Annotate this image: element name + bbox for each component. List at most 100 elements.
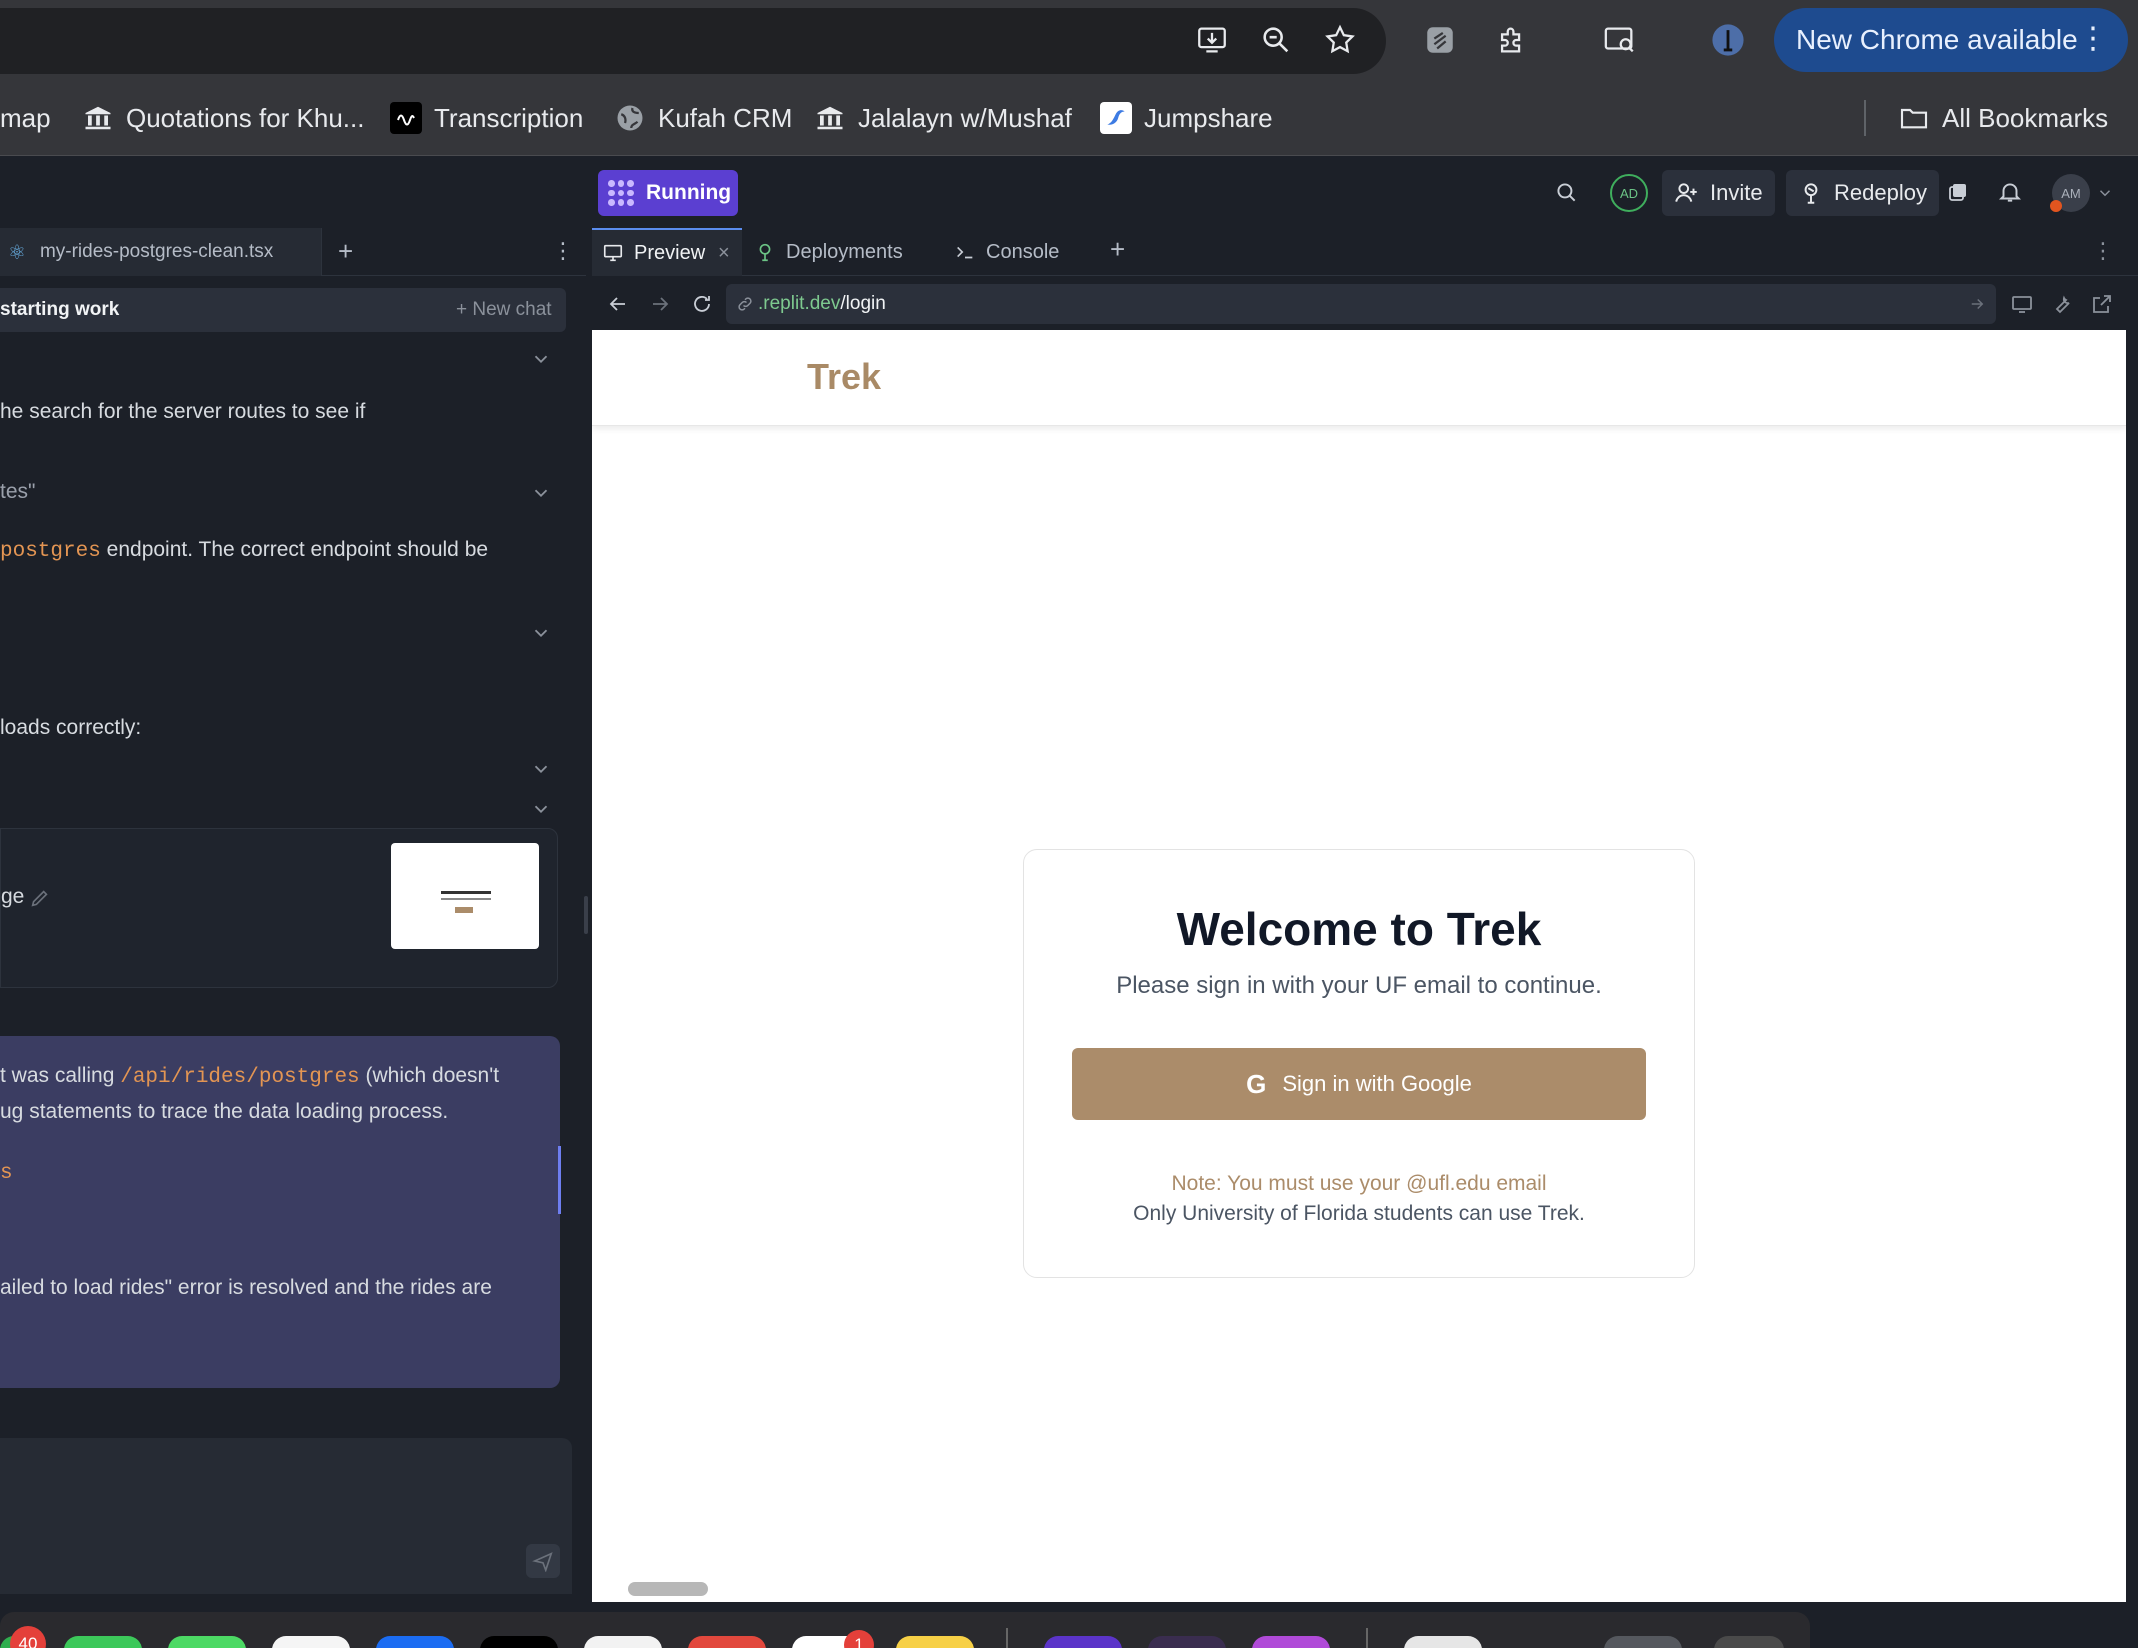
address-bar[interactable] (0, 8, 1386, 74)
chevron-down-icon[interactable] (530, 482, 552, 504)
dock-app[interactable] (480, 1636, 558, 1648)
horizontal-scrollbar[interactable] (628, 1582, 708, 1596)
bookmark-item[interactable]: Kufah CRM (614, 96, 792, 140)
search-icon[interactable] (1544, 170, 1588, 214)
chevron-down-icon[interactable] (530, 798, 552, 820)
back-arrow-icon[interactable] (606, 292, 630, 316)
puzzle-icon[interactable] (1490, 18, 1534, 62)
tab-search-icon[interactable] (1598, 18, 1642, 62)
tab-console[interactable]: Console (944, 228, 1094, 276)
add-user-icon (1675, 183, 1697, 202)
inline-code: postgres (0, 540, 101, 563)
preview-url-bar: .replit.dev/login (592, 280, 2138, 328)
google-sign-in-button[interactable]: G Sign in with Google (1072, 1048, 1646, 1120)
dock-app[interactable] (1252, 1636, 1330, 1648)
url-input[interactable]: .replit.dev/login (726, 284, 1996, 324)
chat-line: postgres endpoint. The correct endpoint … (0, 538, 488, 563)
profile-avatar[interactable] (1706, 18, 1750, 62)
more-options-icon[interactable]: ⋮ (552, 238, 574, 264)
device-icon[interactable] (2010, 292, 2034, 316)
forward-arrow-icon[interactable] (648, 292, 672, 316)
bookmark-label: Transcription (434, 102, 584, 133)
tab-label: Preview (634, 241, 706, 264)
tab-preview[interactable]: Preview × (592, 228, 742, 276)
new-chat-button[interactable]: + New chat (456, 299, 552, 321)
tab-deployments[interactable]: Deployments (744, 228, 934, 276)
dock-app[interactable] (64, 1636, 142, 1648)
sign-in-subtitle: Please sign in with your UF email to con… (1116, 972, 1602, 999)
card-label: ge (1, 885, 25, 908)
chevron-down-icon[interactable] (530, 622, 552, 644)
trek-header: Trek (592, 330, 2126, 426)
go-arrow-icon[interactable] (1968, 295, 1986, 313)
trek-logo[interactable]: Trek (807, 356, 881, 398)
inline-code: /api/rides/postgres (120, 1066, 360, 1089)
dock-app[interactable] (1404, 1636, 1482, 1648)
wave-icon (390, 102, 422, 134)
extension-icon[interactable] (1418, 18, 1462, 62)
screenshot-card[interactable]: ge (0, 828, 558, 988)
chat-line: he search for the server routes to see i… (0, 400, 366, 423)
dock-app[interactable] (376, 1636, 454, 1648)
chevron-down-icon[interactable] (530, 758, 552, 780)
replit-header: Running AD Invite Redeploy AM (0, 156, 2138, 228)
panel-resize-handle[interactable] (584, 896, 588, 934)
star-icon[interactable] (1318, 18, 1362, 62)
install-icon[interactable] (1190, 18, 1234, 62)
dock-app[interactable] (272, 1636, 350, 1648)
tab-file[interactable]: ⚛ my-rides-postgres-clean.tsx (0, 228, 322, 276)
redeploy-button[interactable]: Redeploy (1786, 170, 1939, 216)
dock-app[interactable] (896, 1636, 974, 1648)
all-bookmarks[interactable]: All Bookmarks (1898, 96, 2108, 140)
dock-app[interactable] (1604, 1636, 1682, 1648)
chat-line: t was calling /api/rides/postgres (which… (0, 1064, 499, 1089)
login-card: Welcome to Trek Please sign in with your… (1023, 849, 1695, 1278)
google-button-label: Sign in with Google (1282, 1071, 1472, 1096)
react-icon: ⚛ (8, 241, 26, 264)
collaborator-initials: AD (1619, 185, 1639, 201)
dock-app[interactable] (688, 1636, 766, 1648)
agent-message: t was calling /api/rides/postgres (which… (0, 1036, 561, 1388)
external-link-icon[interactable] (2090, 292, 2114, 316)
close-icon[interactable]: × (718, 242, 730, 265)
screenshot-thumbnail[interactable] (391, 843, 539, 949)
add-tab-button[interactable]: + (338, 236, 353, 267)
chat-text-span: t was calling (0, 1064, 121, 1087)
invite-button[interactable]: Invite (1662, 170, 1775, 216)
bookmark-item[interactable]: Quotations for Khu... (82, 96, 364, 140)
run-status-label: Running (646, 181, 732, 204)
zoom-icon[interactable] (1254, 18, 1298, 62)
dock-app[interactable] (1148, 1636, 1226, 1648)
bookmark-item[interactable]: Transcription (390, 96, 583, 140)
bookmark-item[interactable]: Jalalayn w/Mushaf (814, 96, 1072, 140)
reload-icon[interactable] (690, 292, 714, 316)
inline-code: s (0, 1162, 13, 1185)
trash-icon[interactable] (1714, 1636, 1784, 1648)
dock-app[interactable] (168, 1636, 246, 1648)
run-button[interactable]: Running (598, 170, 738, 216)
monitor-icon (603, 244, 623, 262)
bookmark-item[interactable]: Jumpshare (1100, 96, 1273, 140)
chevron-down-icon[interactable] (2096, 184, 2114, 207)
pencil-icon[interactable] (29, 887, 51, 909)
user-avatar[interactable]: AM (2050, 174, 2090, 212)
bookmark-item[interactable]: map (0, 96, 51, 140)
chat-input[interactable] (0, 1438, 572, 1594)
wrench-icon[interactable] (2050, 292, 2074, 316)
bookmark-label: map (0, 102, 51, 133)
copy-icon[interactable] (1936, 170, 1980, 214)
eligibility-note: Only University of Florida students can … (1133, 1202, 1585, 1225)
bell-icon[interactable] (1988, 170, 2032, 214)
add-tab-button[interactable]: + (1110, 234, 1125, 265)
more-options-icon[interactable]: ⋮ (2092, 238, 2114, 264)
chevron-down-icon[interactable] (530, 348, 552, 370)
collaborator-avatar[interactable]: AD (1610, 174, 1648, 212)
editor-tabs: ⚛ my-rides-postgres-clean.tsx + ⋮ (0, 228, 586, 276)
new-chrome-button[interactable]: New Chrome available ⋮ (1774, 8, 2128, 72)
dock-app[interactable] (1044, 1636, 1122, 1648)
bookmarks-bar: map Quotations for Khu... Transcription … (0, 80, 2138, 156)
dock-divider (1006, 1628, 1008, 1648)
dock-app[interactable] (584, 1636, 662, 1648)
send-button[interactable] (526, 1544, 560, 1578)
chrome-menu-icon[interactable]: ⋮ (2078, 22, 2108, 56)
